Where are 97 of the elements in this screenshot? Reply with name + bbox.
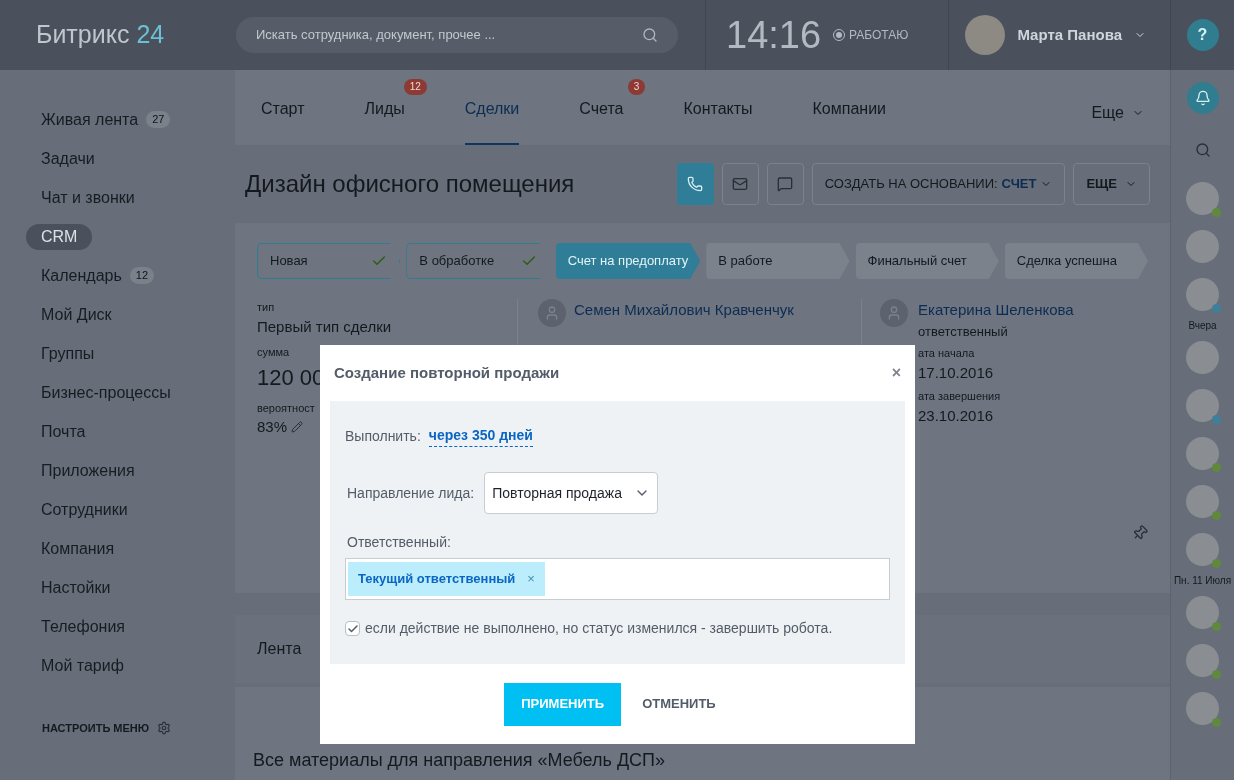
responsible-field[interactable]: Текущий ответственный × <box>345 558 890 600</box>
sidebar-item[interactable]: Почта <box>26 419 101 444</box>
stage-step[interactable]: В обработке <box>406 243 550 279</box>
sidebar-item[interactable]: Приложения <box>26 458 150 483</box>
field-label: сумма <box>257 345 291 360</box>
logo[interactable]: Битрикс 24 <box>0 16 236 54</box>
contact-avatar[interactable] <box>1186 436 1219 470</box>
sidebar-item[interactable]: Сотрудники <box>26 497 143 522</box>
bell-icon <box>1194 90 1211 106</box>
feed-title: Лента <box>257 639 302 659</box>
sidebar-item[interactable]: Мой Диск <box>26 302 127 327</box>
configure-menu-link[interactable]: НАСТРОИТЬ МЕНЮ <box>42 720 150 737</box>
direction-label: Направление лида: <box>347 483 475 503</box>
stage-step[interactable]: Счет на предоплату <box>555 243 701 279</box>
role-label: ответственный <box>918 322 1009 341</box>
person-avatar <box>880 299 908 327</box>
count-badge: 3 <box>627 79 646 95</box>
direction-select[interactable]: Повторная продажа <box>484 472 658 514</box>
tab[interactable]: Старт <box>261 97 305 145</box>
search-icon[interactable] <box>1194 142 1211 158</box>
remove-tag-button[interactable]: × <box>527 569 535 589</box>
sidebar-item[interactable]: Задачи <box>26 146 110 171</box>
sidebar-item[interactable]: Бизнес-процессы <box>26 380 186 405</box>
responsible-label: Ответственный: <box>346 533 452 552</box>
phone-icon <box>687 176 704 192</box>
deal-title: Дизайн офисного помещения <box>245 169 576 199</box>
counter-badge: 27 <box>146 111 171 128</box>
dialog-title: Создание повторной продажи <box>334 362 560 383</box>
stage-step[interactable]: Сделка успешна <box>1004 243 1148 279</box>
feed-text: Все материалы для направления «Мебель ДСП» <box>253 750 665 770</box>
field-label: тип <box>257 300 276 315</box>
field-label: ата начала <box>918 346 976 361</box>
counter-badge: 12 <box>129 267 154 284</box>
close-button[interactable]: × <box>891 361 901 385</box>
work-status-button[interactable]: РАБОТАЮ <box>833 26 909 44</box>
phone-button[interactable] <box>676 163 714 205</box>
settings-icon <box>157 721 172 736</box>
person-avatar <box>538 299 566 327</box>
checkbox[interactable] <box>345 621 360 636</box>
search-field[interactable]: Искать сотрудника, документ, прочее ... <box>236 17 678 53</box>
sidebar-item[interactable]: Живая лента 27 <box>26 107 186 132</box>
tab[interactable]: Компании <box>812 97 887 145</box>
field-label: вероятност <box>257 400 316 416</box>
pencil-icon[interactable] <box>291 421 304 434</box>
check-icon <box>346 622 359 635</box>
sidebar-item[interactable]: Группы <box>26 341 110 366</box>
field-value: 23.10.2016 <box>918 405 995 426</box>
contact-avatar[interactable] <box>1186 595 1219 629</box>
sidebar-item[interactable]: CRM <box>26 223 93 250</box>
date-separator: Вчера <box>1188 319 1217 333</box>
search-icon <box>642 27 658 43</box>
user-avatar[interactable] <box>965 15 1006 55</box>
contact-avatar[interactable] <box>1186 277 1219 311</box>
user-menu[interactable]: Марта Панова <box>1017 23 1146 47</box>
run-label: Выполнить: <box>345 426 421 446</box>
field-value: 83% <box>257 417 288 437</box>
responsible-tag: Текущий ответственный × <box>348 562 545 596</box>
sidebar-item[interactable]: Компания <box>26 536 130 561</box>
sidebar-item[interactable]: Мой тариф <box>26 653 139 678</box>
field-value: 17.10.2016 <box>918 362 995 383</box>
contact-avatar[interactable] <box>1186 691 1219 725</box>
field-value: Первый тип сделки <box>257 316 392 337</box>
count-badge: 12 <box>403 79 427 95</box>
contact-avatar[interactable] <box>1186 643 1219 677</box>
contact-avatar[interactable] <box>1186 532 1219 566</box>
contact-avatar[interactable] <box>1186 340 1219 374</box>
clock: 14:16 <box>726 12 822 58</box>
more-button[interactable]: ЕЩЕ <box>1073 163 1150 205</box>
mail-button[interactable] <box>721 163 759 205</box>
contact-avatar[interactable] <box>1186 229 1219 263</box>
checkbox-label: если действие не выполнено, но статус изменился - завершить робота. <box>365 619 833 638</box>
stage-step[interactable]: В работе <box>706 243 850 279</box>
delay-link[interactable]: через 350 дней <box>428 425 533 447</box>
create-based-on-button[interactable]: СОЗДАТЬ НА ОСНОВАНИИ: СЧЕТ <box>811 163 1066 205</box>
sidebar-item[interactable]: Чат и звонки <box>26 185 150 210</box>
help-button[interactable]: ? <box>1186 19 1219 51</box>
contact-avatar[interactable] <box>1186 181 1219 215</box>
mail-icon <box>732 176 749 192</box>
contact-avatar[interactable] <box>1186 388 1219 422</box>
apply-button[interactable]: ПРИМЕНИТЬ <box>504 682 622 726</box>
field-label: ата завершения <box>918 389 1002 404</box>
chat-icon <box>777 176 794 192</box>
sidebar-item[interactable]: Телефония <box>26 614 140 639</box>
stage-step[interactable]: Новая <box>257 243 401 279</box>
date-separator: Пн. 11 Июля <box>1173 574 1232 588</box>
more-tab[interactable]: Еще <box>1091 101 1144 145</box>
sidebar-item[interactable]: Настойки <box>26 575 126 600</box>
contact-link[interactable]: Семен Михайлович Кравченчук <box>574 299 794 322</box>
stage-step[interactable]: Финальный счет <box>855 243 999 279</box>
responsible-link[interactable]: Екатерина Шеленкова <box>918 299 1074 322</box>
tab[interactable]: Сделки <box>464 97 520 145</box>
sidebar-item[interactable]: Календарь 12 <box>26 263 169 288</box>
tab[interactable]: Контакты <box>683 97 753 145</box>
cancel-button[interactable]: ОТМЕНИТЬ <box>641 682 717 726</box>
chat-button[interactable] <box>766 163 804 205</box>
notifications-button[interactable] <box>1186 82 1219 114</box>
contact-avatar[interactable] <box>1186 484 1219 518</box>
